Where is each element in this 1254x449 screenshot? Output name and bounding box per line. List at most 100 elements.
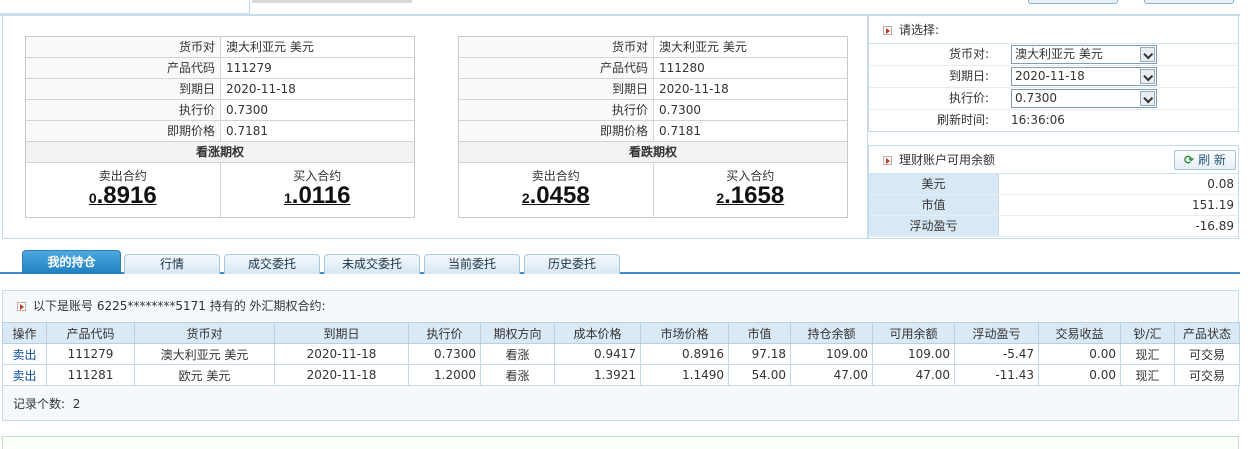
quote-prices: 卖出合约 2.0458 买入合约 2.1658 [459, 163, 847, 217]
sell-action-cell: 卖出 [2, 343, 47, 365]
put-option-quote: 货币对 澳大利亚元 美元 产品代码 111280 到期日 2020-11-18 执行价… [458, 36, 848, 218]
column-header: 可用余额 [872, 322, 955, 344]
strike-selected: 0.7300 [1015, 91, 1057, 105]
sell-contract-label: 卖出合约 [531, 169, 580, 183]
column-header: 期权方向 [480, 322, 555, 344]
row-label: 即期价格 [26, 121, 221, 141]
quote-row-strike: 执行价 0.7300 [26, 100, 414, 121]
sell-contract-price[interactable]: 2.0458 [459, 183, 653, 212]
quote-row-strike: 执行价 0.7300 [459, 100, 847, 121]
table-cell: 0.8916 [640, 343, 729, 365]
expiry-label: 到期日: [948, 69, 989, 83]
put-option-title: 看跌期权 [459, 142, 847, 163]
table-cell: 54.00 [728, 364, 791, 386]
selection-panel: 请选择: 货币对: 澳大利亚元 美元 到期日: 2020-11-18 执行价: … [868, 15, 1239, 132]
buy-contract-cell[interactable]: 买入合约 1.0116 [219, 163, 415, 217]
arrow-bullet-icon [883, 26, 892, 35]
row-label: 产品代码 [26, 58, 221, 78]
row-value: 0.7300 [659, 103, 701, 117]
tab-history-orders[interactable]: 历史委托 [524, 254, 620, 274]
balance-value: -16.89 [1195, 219, 1234, 233]
refresh-button-label: 刷 新 [1198, 153, 1226, 167]
expiry-select[interactable]: 2020-11-18 [1011, 67, 1157, 86]
balance-row-floating-pl: 浮动盈亏 -16.89 [869, 216, 1238, 237]
top-button-right[interactable] [1144, 0, 1234, 4]
column-header: 产品代码 [46, 322, 135, 344]
arrow-bullet-icon [17, 302, 26, 311]
row-label: 到期日 [26, 79, 221, 99]
column-header: 成本价格 [554, 322, 641, 344]
chevron-down-icon[interactable] [1140, 47, 1155, 62]
price-decimal: .8916 [96, 182, 157, 209]
price-decimal: .0116 [291, 182, 351, 209]
row-value: 2020-11-18 [659, 82, 729, 96]
balance-value: 0.08 [1207, 177, 1234, 191]
balance-row-usd: 美元 0.08 [869, 174, 1238, 195]
expiry-selected: 2020-11-18 [1015, 69, 1085, 83]
price-decimal: .1658 [724, 182, 785, 209]
row-value: 111279 [226, 61, 272, 75]
buy-contract-price[interactable]: 1.0116 [221, 183, 415, 212]
sell-contract-label: 卖出合约 [98, 169, 147, 183]
buy-contract-cell[interactable]: 买入合约 2.1658 [652, 163, 848, 217]
sell-contract-cell[interactable]: 卖出合约 0.8916 [26, 163, 220, 217]
table-cell: 现汇 [1120, 364, 1175, 386]
sell-link[interactable]: 卖出 [12, 348, 36, 362]
chevron-down-icon[interactable] [1140, 69, 1155, 84]
row-value: 0.7181 [659, 124, 701, 138]
column-header: 浮动盈亏 [954, 322, 1039, 344]
column-header: 钞/汇 [1120, 322, 1175, 344]
row-label: 执行价 [26, 100, 221, 120]
balance-label: 浮动盈亏 [869, 216, 999, 236]
table-cell: 2020-11-18 [274, 343, 409, 365]
row-value: 0.7300 [226, 103, 268, 117]
tab-my-positions[interactable]: 我的持仓 [22, 250, 121, 274]
chevron-down-icon[interactable] [1140, 91, 1155, 106]
refresh-time-label: 刷新时间: [936, 113, 989, 127]
table-cell: -11.43 [954, 364, 1039, 386]
tab-current-orders[interactable]: 当前委托 [424, 254, 520, 274]
table-cell: 1.2000 [408, 364, 481, 386]
top-toolbar-strip [0, 0, 1240, 16]
table-cell: 111281 [46, 364, 135, 386]
table-cell: 可交易 [1174, 343, 1240, 365]
table-cell: 0.7300 [408, 343, 481, 365]
currency-pair-select[interactable]: 澳大利亚元 美元 [1011, 45, 1157, 64]
option-quote-panel: 货币对 澳大利亚元 美元 产品代码 111279 到期日 2020-11-18 执行价… [2, 15, 868, 239]
tab-unfilled-orders[interactable]: 未成交委托 [324, 254, 420, 274]
column-header: 持仓余额 [790, 322, 873, 344]
sell-action-cell: 卖出 [2, 364, 47, 386]
buy-contract-label: 买入合约 [726, 169, 775, 183]
quote-row-spot: 即期价格 0.7181 [459, 121, 847, 142]
sell-contract-price[interactable]: 0.8916 [26, 183, 220, 212]
table-cell: 47.00 [872, 364, 955, 386]
buy-contract-price[interactable]: 2.1658 [654, 183, 848, 212]
strike-row: 执行价: 0.7300 [869, 88, 1238, 110]
table-cell: 0.00 [1038, 364, 1121, 386]
refresh-button[interactable]: ⟳ 刷 新 [1174, 150, 1236, 170]
account-balance-panel: 理财账户可用余额 ⟳ 刷 新 美元 0.08 市值 151.19 浮动盈亏 -16.89 [868, 145, 1239, 239]
column-header: 市值 [728, 322, 791, 344]
table-cell: 澳大利亚元 美元 [134, 343, 275, 365]
holdings-caption: 以下是账号 6225********5171 持有的 外汇期权合约: [33, 299, 326, 313]
strike-select[interactable]: 0.7300 [1011, 89, 1157, 108]
sell-link[interactable]: 卖出 [12, 369, 36, 383]
tab-market[interactable]: 行情 [124, 254, 220, 274]
price-integer: 2 [716, 190, 725, 206]
table-cell: 111279 [46, 343, 135, 365]
balance-header: 理财账户可用余额 ⟳ 刷 新 [869, 146, 1238, 174]
sell-contract-cell[interactable]: 卖出合约 2.0458 [459, 163, 653, 217]
quote-row-expiry: 到期日 2020-11-18 [459, 79, 847, 100]
balance-row-market-value: 市值 151.19 [869, 195, 1238, 216]
tab-filled-orders[interactable]: 成交委托 [224, 254, 320, 274]
record-count: 记录个数: 2 [3, 386, 1238, 422]
table-row: 卖出 111281 欧元 美元 2020-11-18 1.2000 看涨 1.3… [2, 364, 1240, 386]
row-value: 0.7181 [226, 124, 268, 138]
top-button-left[interactable] [1028, 0, 1118, 4]
row-label: 执行价 [459, 100, 654, 120]
top-strip-scroll [252, 0, 412, 3]
buy-contract-label: 买入合约 [293, 169, 342, 183]
table-cell: 0.00 [1038, 343, 1121, 365]
refresh-time-value: 16:36:06 [1011, 113, 1065, 127]
column-header: 市场价格 [640, 322, 729, 344]
